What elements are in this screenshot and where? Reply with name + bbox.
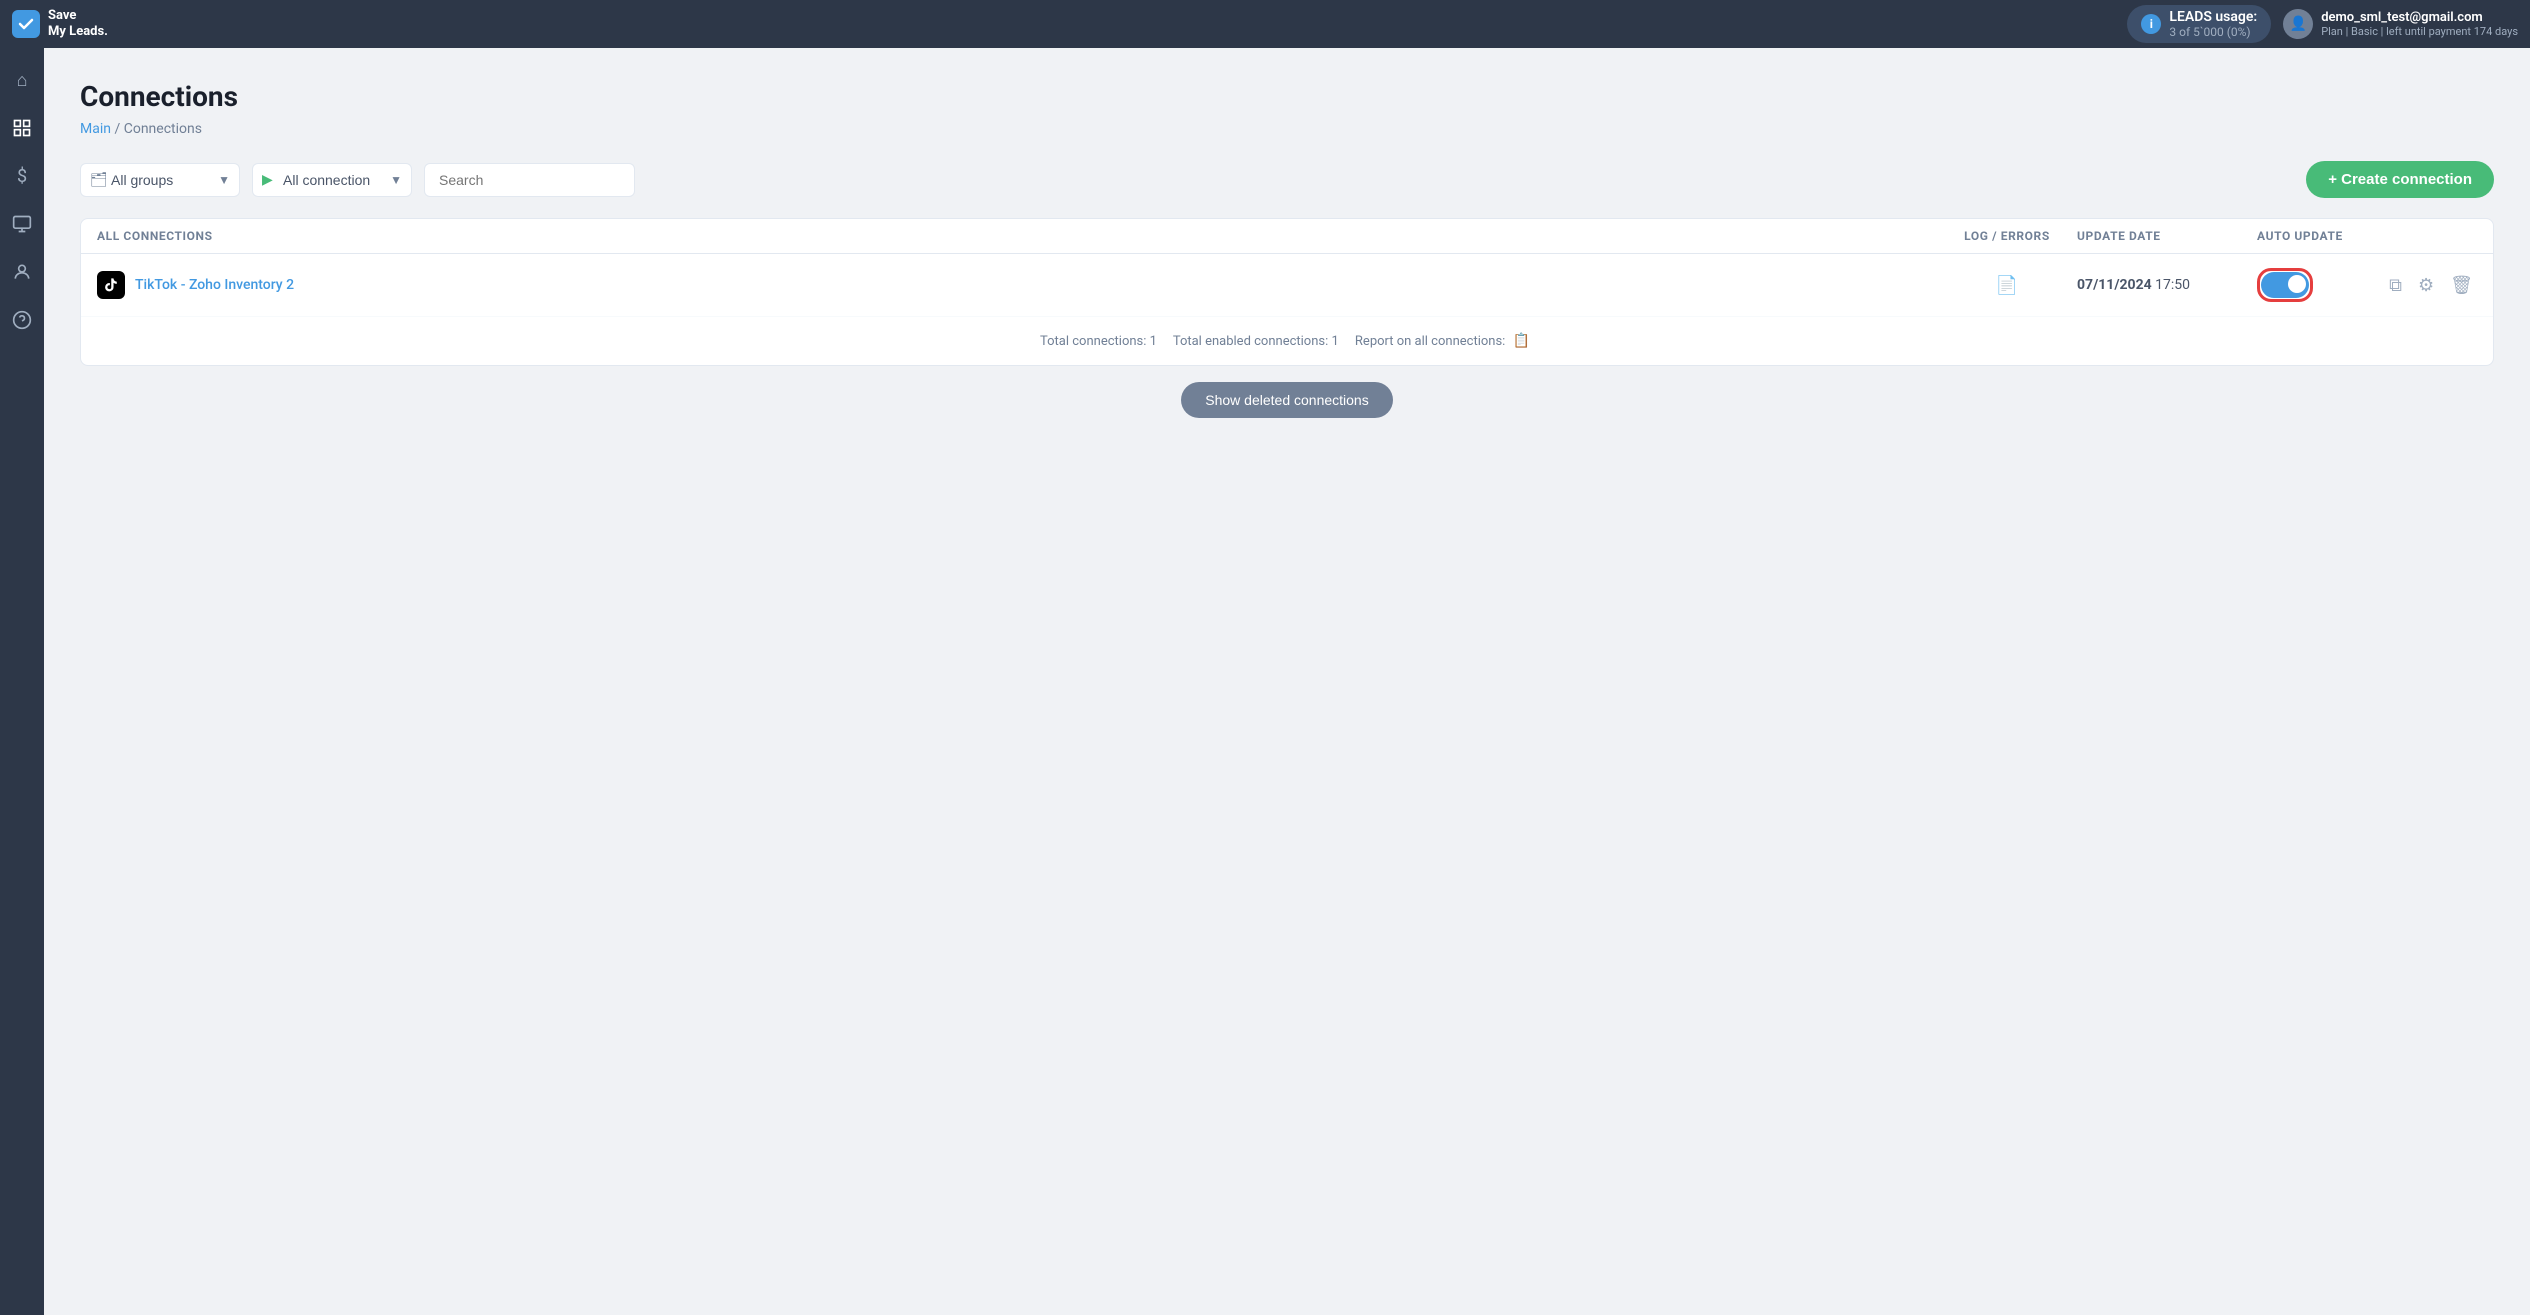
leads-usage-label: LEADS usage:	[2169, 9, 2257, 25]
sidebar-item-billing[interactable]: $	[0, 154, 44, 198]
settings-icon[interactable]: ⚙	[2414, 271, 2438, 300]
date-cell: 07/11/2024 17:50	[2077, 277, 2257, 293]
sidebar-item-home[interactable]: ⌂	[0, 58, 44, 102]
delete-icon[interactable]: 🗑	[2446, 271, 2477, 300]
user-plan: Plan | Basic | left until payment 174 da…	[2321, 25, 2518, 38]
user-email: demo_sml_test@gmail.com	[2321, 10, 2518, 25]
connection-cell: TikTok - Zoho Inventory 2	[97, 271, 1937, 299]
connection-link[interactable]: TikTok - Zoho Inventory 2	[97, 271, 1937, 299]
report-label: Report on all connections:	[1355, 334, 1505, 349]
toggle-slider	[2261, 272, 2309, 298]
copy-icon[interactable]: ⧉	[2385, 271, 2406, 300]
main-content: Connections Main / Connections 🗂 All gro…	[44, 48, 2530, 1315]
page-title: Connections	[80, 80, 2494, 113]
avatar: 👤	[2283, 9, 2313, 39]
col-header-connection: ALL CONNECTIONS	[97, 229, 1937, 243]
update-time: 17:50	[2155, 277, 2190, 293]
toggle-highlight	[2257, 268, 2313, 302]
total-enabled: Total enabled connections: 1	[1173, 334, 1339, 349]
update-date: 07/11/2024	[2077, 277, 2152, 293]
info-icon: i	[2141, 14, 2161, 34]
topnav: Save My Leads. i LEADS usage: 3 of 5`000…	[0, 0, 2530, 48]
groups-filter-wrapper: 🗂 All groups ▼	[80, 163, 240, 197]
leads-usage-count: 3 of 5`000 (0%)	[2169, 25, 2257, 39]
col-header-update: UPDATE DATE	[2077, 229, 2257, 243]
logo-text: Save My Leads.	[48, 8, 108, 39]
sidebar: ⌂ $	[0, 48, 44, 1315]
breadcrumb-current: Connections	[124, 121, 202, 137]
tiktok-icon	[97, 271, 125, 299]
logo-icon	[12, 10, 40, 38]
sidebar-item-apps[interactable]	[0, 202, 44, 246]
logo[interactable]: Save My Leads.	[12, 8, 108, 39]
user-details: demo_sml_test@gmail.com Plan | Basic | l…	[2321, 10, 2518, 38]
leads-usage-badge: i LEADS usage: 3 of 5`000 (0%)	[2127, 5, 2271, 43]
groups-filter[interactable]: All groups	[80, 163, 240, 197]
actions-cell: ⧉ ⚙ 🗑	[2397, 271, 2477, 300]
table-header: ALL CONNECTIONS LOG / ERRORS UPDATE DATE…	[81, 219, 2493, 254]
breadcrumb-main[interactable]: Main	[80, 121, 111, 137]
toolbar: 🗂 All groups ▼ ▶ All connection ▼ + Crea…	[80, 161, 2494, 198]
report-icon[interactable]: 📋	[1509, 329, 1534, 353]
auto-update-toggle[interactable]	[2261, 272, 2309, 298]
sidebar-item-profile[interactable]	[0, 250, 44, 294]
total-connections: Total connections: 1	[1040, 334, 1157, 349]
topnav-right: i LEADS usage: 3 of 5`000 (0%) 👤 demo_sm…	[2127, 5, 2518, 43]
toggle-cell	[2257, 268, 2397, 302]
sidebar-item-help[interactable]	[0, 298, 44, 342]
connection-filter-wrapper: ▶ All connection ▼	[252, 163, 412, 197]
breadcrumb: Main / Connections	[80, 121, 2494, 137]
col-header-log: LOG / ERRORS	[1937, 229, 2077, 243]
search-input[interactable]	[424, 163, 635, 197]
footer-summary: Total connections: 1 Total enabled conne…	[81, 317, 2493, 365]
connections-table: ALL CONNECTIONS LOG / ERRORS UPDATE DATE…	[80, 218, 2494, 366]
connection-name-text: TikTok - Zoho Inventory 2	[135, 277, 294, 293]
show-deleted-button[interactable]: Show deleted connections	[1181, 382, 1392, 418]
log-document-icon[interactable]: 📄	[1996, 275, 2018, 296]
breadcrumb-separator: /	[114, 121, 123, 137]
col-header-actions	[2397, 229, 2477, 243]
log-cell: 📄	[1937, 275, 2077, 296]
connection-filter[interactable]: All connection	[252, 163, 412, 197]
table-row: TikTok - Zoho Inventory 2 📄 07/11/2024 1…	[81, 254, 2493, 317]
user-info[interactable]: 👤 demo_sml_test@gmail.com Plan | Basic |…	[2283, 9, 2518, 39]
create-connection-button[interactable]: + Create connection	[2306, 161, 2494, 198]
col-header-auto: AUTO UPDATE	[2257, 229, 2397, 243]
sidebar-item-connections[interactable]	[0, 106, 44, 150]
